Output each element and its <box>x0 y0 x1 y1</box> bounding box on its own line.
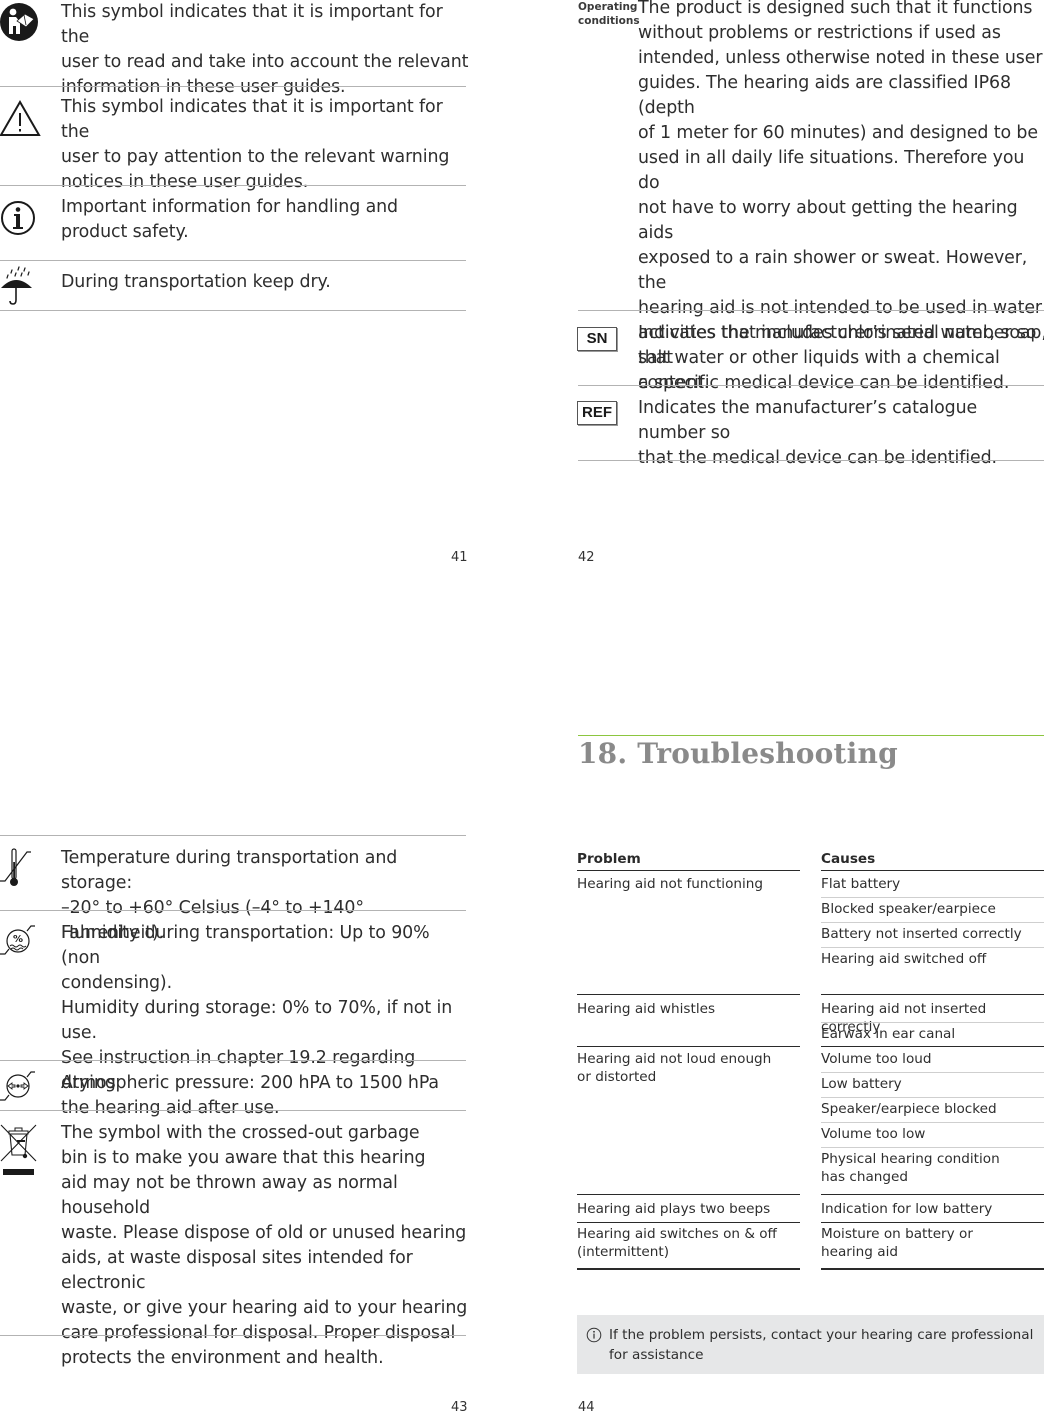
divider <box>0 835 466 836</box>
section-accent-rule <box>578 735 1044 736</box>
cause-cell: Volume too low <box>821 1126 926 1142</box>
page-number: 42 <box>578 550 595 565</box>
table-bottom-rule <box>577 1268 800 1270</box>
serial-number-icon: SN <box>577 327 617 351</box>
problem-cell: Hearing aid not loud enough or distorted <box>577 1051 772 1085</box>
cause-cell: Flat battery <box>821 876 901 892</box>
row-rule <box>821 1046 1044 1047</box>
problem-cell: Hearing aid switches on & off (intermitt… <box>577 1226 777 1260</box>
divider <box>821 1147 1044 1148</box>
divider <box>0 185 466 186</box>
umbrella-keep-dry-icon <box>0 264 40 310</box>
operating-conditions-label: Operating conditions <box>578 1 640 27</box>
row-rule <box>577 1194 800 1195</box>
symbol-description: Atmospheric pressure: 200 hPA to 1500 hP… <box>61 1073 439 1093</box>
divider <box>821 897 1044 898</box>
symbol-description: Important information for handling and p… <box>61 197 398 242</box>
divider <box>578 385 1044 386</box>
divider <box>821 922 1044 923</box>
note-text: If the problem persists, contact your he… <box>609 1327 1034 1363</box>
column-header-problem: Problem <box>577 851 641 867</box>
divider <box>821 1072 1044 1073</box>
read-manual-icon <box>0 2 40 46</box>
divider <box>578 460 1044 461</box>
table-bottom-rule <box>821 1268 1044 1270</box>
header-rule <box>821 870 1044 871</box>
info-icon <box>0 198 40 240</box>
row-rule <box>577 1046 800 1047</box>
serial-number-badge-text: SN <box>586 330 608 347</box>
divider <box>821 1022 1044 1023</box>
cause-cell: Indication for low battery <box>821 1201 993 1217</box>
catalogue-number-badge-text: REF <box>582 404 612 421</box>
divider <box>821 1122 1044 1123</box>
note-box: If the problem persists, contact your he… <box>577 1315 1044 1374</box>
problem-cell: Hearing aid not functioning <box>577 876 764 892</box>
humidity-limit-icon: % <box>0 921 40 965</box>
warning-triangle-icon <box>0 98 41 142</box>
cause-cell: Physical hearing condition has changed <box>821 1151 1000 1185</box>
divider <box>0 86 466 87</box>
cause-cell: Moisture on battery or hearing aid <box>821 1226 973 1260</box>
section-title: 18. Troubleshooting <box>578 737 898 770</box>
row-rule <box>577 1222 800 1223</box>
cause-cell: Battery not inserted correctly <box>821 926 1022 942</box>
cause-cell: Low battery <box>821 1076 902 1092</box>
temperature-limit-icon <box>0 846 40 892</box>
divider <box>821 1097 1044 1098</box>
cause-cell: Earwax in ear canal <box>821 1026 956 1042</box>
header-rule <box>577 870 800 871</box>
divider <box>578 310 1044 311</box>
page-number: 41 <box>451 550 468 565</box>
symbol-description: During transportation keep dry. <box>61 272 331 292</box>
divider <box>0 1110 466 1111</box>
problem-cell: Hearing aid whistles <box>577 1001 716 1017</box>
atmospheric-pressure-icon <box>0 1067 40 1109</box>
cause-cell: Speaker/earpiece blocked <box>821 1101 997 1117</box>
divider <box>0 310 466 311</box>
svg-text:%: % <box>13 934 23 945</box>
symbol-description: The symbol with the crossed-out garbage … <box>61 1123 468 1368</box>
divider <box>0 910 466 911</box>
cause-cell: Volume too loud <box>821 1051 932 1067</box>
crossed-out-bin-icon <box>0 1123 40 1187</box>
row-rule <box>821 994 1044 995</box>
info-icon <box>586 1327 602 1343</box>
divider <box>0 1335 466 1336</box>
divider <box>0 1060 466 1061</box>
catalogue-number-icon: REF <box>577 401 617 425</box>
divider <box>821 947 1044 948</box>
symbol-description: This symbol indicates that it is importa… <box>61 97 450 192</box>
symbol-description: This symbol indicates that it is importa… <box>61 2 469 97</box>
row-rule <box>821 1222 1044 1223</box>
row-rule <box>577 994 800 995</box>
problem-cell: Hearing aid plays two beeps <box>577 1201 771 1217</box>
cause-cell: Blocked speaker/earpiece <box>821 901 996 917</box>
column-header-causes: Causes <box>821 851 876 867</box>
divider <box>0 260 466 261</box>
row-rule <box>821 1194 1044 1195</box>
cause-cell: Hearing aid switched off <box>821 951 987 967</box>
